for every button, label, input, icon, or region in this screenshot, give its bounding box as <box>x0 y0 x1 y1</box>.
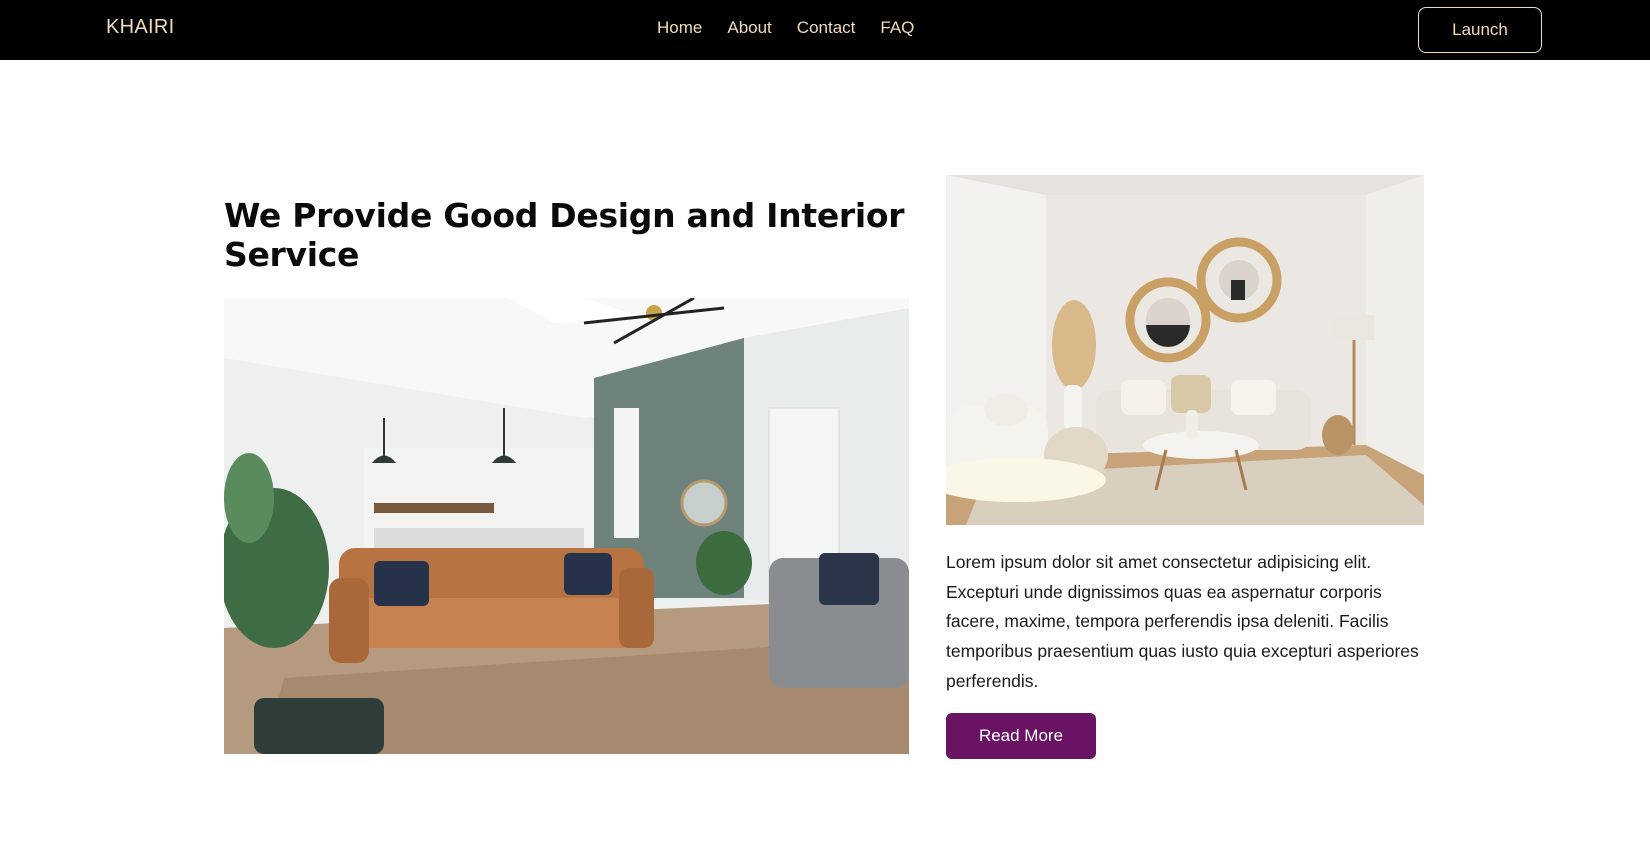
launch-button[interactable]: Launch <box>1418 7 1542 53</box>
read-more-button[interactable]: Read More <box>946 713 1096 759</box>
living-room-photo <box>224 298 909 754</box>
top-navbar: KHAIRI Home About Contact FAQ Launch <box>0 0 1650 60</box>
main-nav: Home About Contact FAQ <box>657 18 914 38</box>
nav-link-contact[interactable]: Contact <box>797 18 856 37</box>
page-title: We Provide Good Design and Interior Serv… <box>224 196 905 274</box>
nav-link-faq[interactable]: FAQ <box>880 18 914 37</box>
lounge-photo <box>946 175 1424 525</box>
nav-link-about[interactable]: About <box>727 18 771 37</box>
description-text: Lorem ipsum dolor sit amet consectetur a… <box>946 552 1419 691</box>
brand-logo[interactable]: KHAIRI <box>106 16 174 39</box>
nav-link-home[interactable]: Home <box>657 18 702 37</box>
